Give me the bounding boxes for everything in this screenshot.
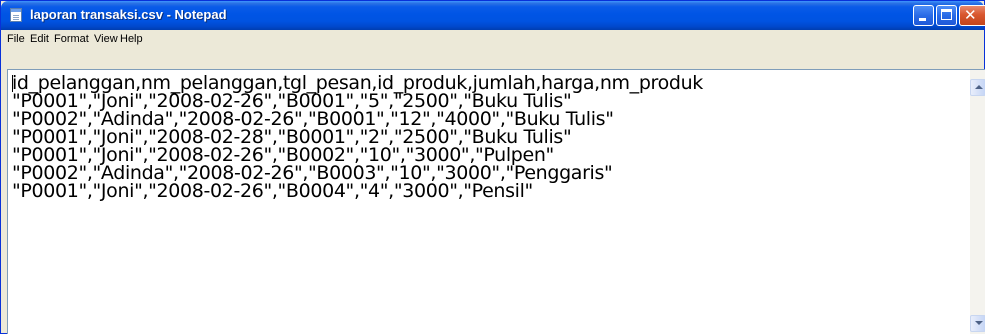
vertical-scrollbar[interactable]	[969, 70, 985, 334]
close-button[interactable]: ✕	[959, 5, 985, 26]
document-line: "P0001","Joni","2008-02-26","B0004","4",…	[12, 180, 533, 202]
menu-edit[interactable]: Edit	[30, 32, 49, 46]
minimize-button[interactable]	[913, 5, 934, 26]
text-caret	[12, 75, 13, 92]
text-editor[interactable]: id_pelanggan,nm_pelanggan,tgl_pesan,id_p…	[7, 69, 985, 334]
close-icon: ✕	[964, 6, 977, 24]
notepad-window: laporan transaksi.csv - Notepad ✕ File E…	[0, 0, 985, 334]
title-bar[interactable]: laporan transaksi.csv - Notepad ✕	[1, 1, 985, 30]
menu-file[interactable]: File	[7, 32, 25, 46]
menu-help[interactable]: Help	[120, 32, 143, 46]
scroll-down-arrow-icon	[975, 321, 983, 325]
minimize-icon	[919, 18, 926, 21]
maximize-icon	[941, 9, 952, 20]
notepad-app-icon[interactable]	[10, 8, 22, 22]
scroll-up-arrow-icon	[975, 85, 983, 89]
scroll-down-button[interactable]	[970, 315, 985, 332]
menu-view[interactable]: View	[94, 32, 118, 46]
maximize-button[interactable]	[936, 5, 957, 26]
scroll-up-button[interactable]	[970, 79, 985, 96]
window-title: laporan transaksi.csv - Notepad	[30, 7, 227, 22]
document-text[interactable]: id_pelanggan,nm_pelanggan,tgl_pesan,id_p…	[12, 74, 967, 332]
menu-format[interactable]: Format	[54, 32, 89, 46]
menu-bar: File Edit Format View Help	[1, 30, 984, 48]
